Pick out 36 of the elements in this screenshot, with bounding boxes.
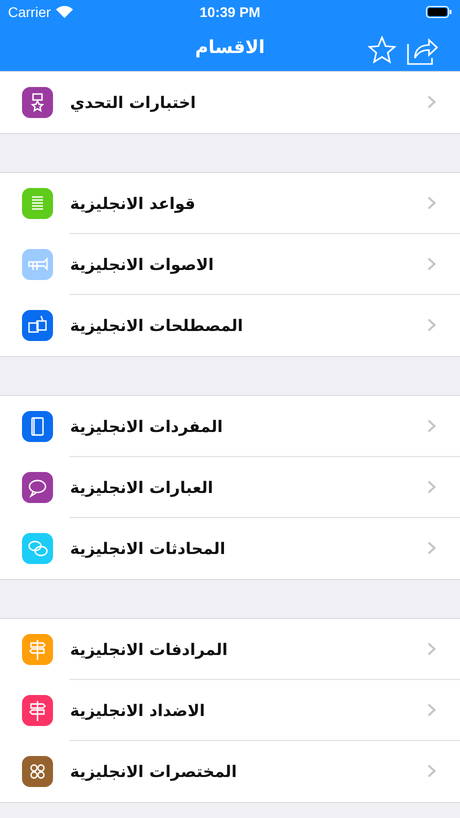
chevron-icon: [427, 318, 436, 332]
chevron-icon: [427, 419, 436, 433]
category-row[interactable]: المفردات الانجليزية: [0, 396, 460, 457]
category-label: الاضداد الانجليزية: [70, 700, 206, 720]
category-label: المحادثات الانجليزية: [70, 538, 226, 558]
category-row[interactable]: الاصوات الانجليزية: [0, 234, 460, 295]
carrier-name: Carrier: [8, 4, 51, 20]
chevron-icon: [427, 642, 436, 656]
category-row[interactable]: المصطلحات الانجليزية: [0, 295, 460, 356]
category-label: العبارات الانجليزية: [70, 478, 214, 496]
chevron-icon: [427, 541, 436, 555]
favorites-button[interactable]: [366, 34, 398, 66]
category-row[interactable]: المختصرات الانجليزية: [0, 741, 460, 802]
status-time: 10:39 PM: [200, 4, 260, 20]
category-row[interactable]: العبارات الانجليزية: [0, 457, 460, 518]
chevron-icon: [427, 764, 436, 778]
wifi-icon: [56, 6, 73, 18]
category-row[interactable]: الاضداد الانجليزية: [0, 680, 460, 741]
chevron-icon: [427, 480, 436, 494]
category-row[interactable]: قواعد الانجليزية: [0, 173, 460, 234]
category-label: قواعد الانجليزية: [70, 194, 196, 212]
category-row[interactable]: المرادفات الانجليزية: [0, 619, 460, 680]
chevron-icon: [427, 257, 436, 271]
category-label: المرادفات الانجليزية: [70, 640, 229, 658]
chevron-icon: [427, 95, 436, 109]
category-label: الاصوات الانجليزية: [70, 254, 215, 274]
category-row[interactable]: اختبارات التحدي: [0, 72, 460, 133]
category-label: المصطلحات الانجليزية: [70, 316, 244, 334]
category-row[interactable]: المحادثات الانجليزية: [0, 518, 460, 579]
battery-icon: [426, 6, 452, 18]
chevron-icon: [427, 703, 436, 717]
screen-title: الاقسام: [195, 37, 265, 58]
category-label: المفردات الانجليزية: [70, 416, 224, 436]
chevron-icon: [427, 196, 436, 210]
category-label: اختبارات التحدي: [70, 92, 197, 112]
category-label: المختصرات الانجليزية: [70, 762, 238, 780]
